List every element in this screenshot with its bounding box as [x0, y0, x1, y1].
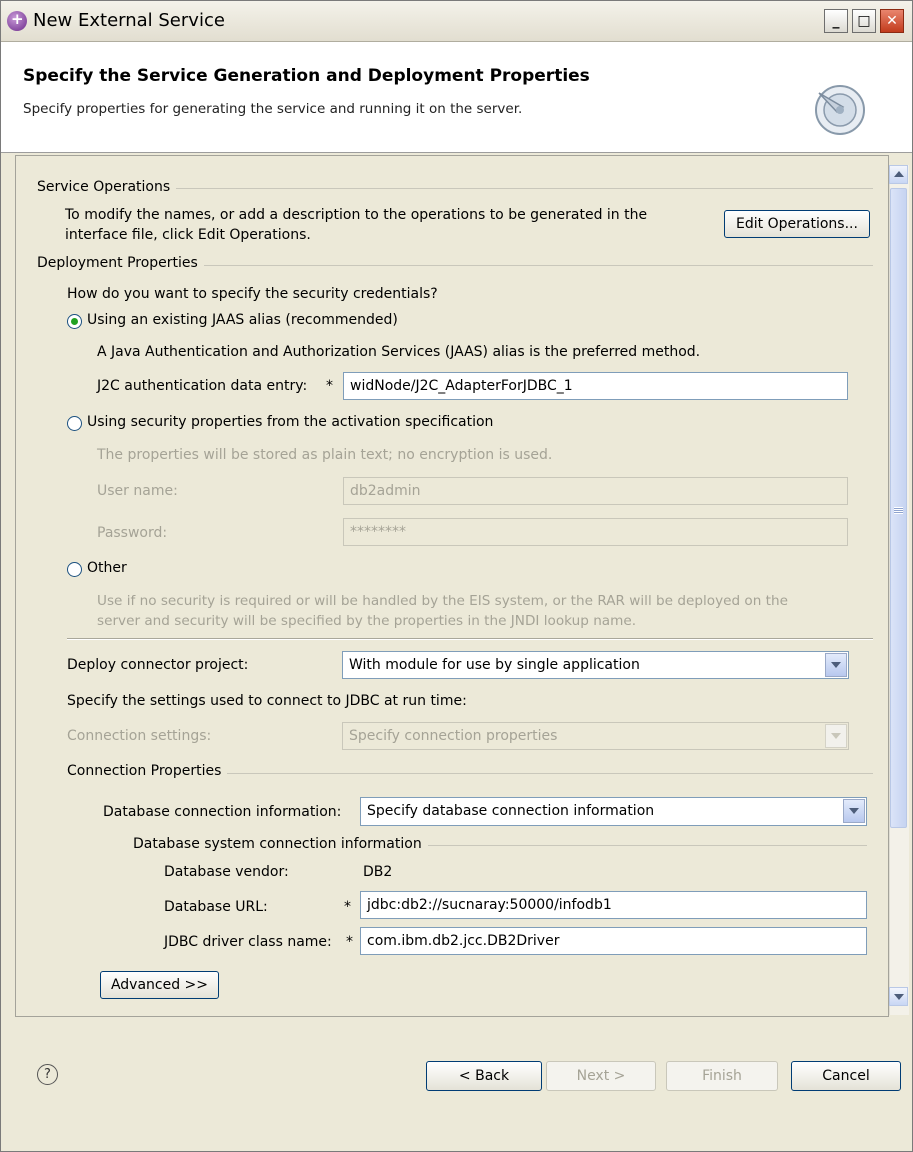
connection-settings-label: Connection settings:: [67, 728, 212, 744]
db-connection-info-select[interactable]: Specify database connection information: [360, 797, 867, 826]
db-connection-info-value: Specify database connection information: [367, 803, 655, 819]
required-marker: *: [346, 934, 353, 950]
help-icon[interactable]: ?: [37, 1064, 58, 1085]
content-panel: [15, 155, 889, 1017]
db-vendor-label: Database vendor:: [164, 864, 289, 880]
activation-spec-label[interactable]: Using security properties from the activ…: [87, 414, 493, 430]
wizard-window: New External Service _ □ ✕ Specify the S…: [0, 0, 913, 1152]
other-radio[interactable]: [67, 562, 82, 577]
activation-spec-note: The properties will be stored as plain t…: [97, 447, 553, 463]
connection-settings-value: Specify connection properties: [349, 728, 558, 744]
jaas-alias-note: A Java Authentication and Authorization …: [97, 344, 701, 360]
title-bar[interactable]: New External Service _ □ ✕: [1, 1, 912, 42]
db-url-label: Database URL:: [164, 899, 268, 915]
next-button[interactable]: Next >: [546, 1061, 656, 1091]
j2c-entry-input[interactable]: widNode/J2C_AdapterForJDBC_1: [343, 372, 848, 400]
db-vendor-value: DB2: [363, 864, 393, 880]
db-url-input[interactable]: jdbc:db2://sucnaray:50000/infodb1: [360, 891, 867, 919]
connection-properties-label: Connection Properties: [67, 763, 228, 779]
chevron-down-icon[interactable]: [843, 799, 865, 823]
j2c-entry-label: J2C authentication data entry:: [97, 378, 308, 394]
required-marker: *: [326, 378, 333, 394]
scroll-up-arrow-icon[interactable]: [889, 165, 908, 184]
cancel-button[interactable]: Cancel: [791, 1061, 901, 1091]
chevron-down-icon[interactable]: [825, 724, 847, 748]
minimize-button[interactable]: _: [824, 9, 848, 33]
runtime-settings-label: Specify the settings used to connect to …: [67, 693, 467, 709]
back-button[interactable]: < Back: [426, 1061, 542, 1091]
page-title: Specify the Service Generation and Deplo…: [23, 66, 590, 86]
deployment-properties-label: Deployment Properties: [37, 255, 204, 271]
password-input[interactable]: ********: [343, 518, 848, 546]
wizard-header: Specify the Service Generation and Deplo…: [1, 42, 912, 153]
service-operations-description-2: interface file, click Edit Operations.: [65, 227, 311, 243]
other-note: Use if no security is required or will b…: [97, 593, 788, 609]
other-note-2: server and security will be specified by…: [97, 613, 637, 629]
deploy-connector-label: Deploy connector project:: [67, 657, 249, 673]
activation-spec-radio[interactable]: [67, 416, 82, 431]
jdbc-driver-label: JDBC driver class name:: [164, 934, 332, 950]
maximize-button[interactable]: □: [852, 9, 876, 33]
edit-operations-button[interactable]: Edit Operations...: [724, 210, 870, 238]
user-name-input[interactable]: db2admin: [343, 477, 848, 505]
jaas-alias-radio[interactable]: [67, 314, 82, 329]
deploy-connector-select[interactable]: With module for use by single applicatio…: [342, 651, 849, 679]
deploy-connector-value: With module for use by single applicatio…: [349, 657, 640, 673]
jdbc-driver-input[interactable]: com.ibm.db2.jcc.DB2Driver: [360, 927, 867, 955]
service-operations-description: To modify the names, or add a descriptio…: [65, 207, 648, 223]
service-operations-label: Service Operations: [37, 179, 177, 195]
other-label[interactable]: Other: [87, 560, 127, 576]
user-name-label: User name:: [97, 483, 178, 499]
db-system-connection-label: Database system connection information: [133, 836, 428, 852]
chevron-down-icon[interactable]: [825, 653, 847, 677]
required-marker: *: [344, 899, 351, 915]
jaas-alias-label[interactable]: Using an existing JAAS alias (recommende…: [87, 312, 398, 328]
connection-settings-select[interactable]: Specify connection properties: [342, 722, 849, 750]
db-connection-info-label: Database connection information:: [103, 804, 342, 820]
finish-button[interactable]: Finish: [666, 1061, 778, 1091]
app-icon: [7, 10, 27, 31]
password-label: Password:: [97, 525, 168, 541]
wizard-banner-icon: [815, 85, 865, 135]
window-title: New External Service: [33, 10, 225, 31]
close-button[interactable]: ✕: [880, 9, 904, 33]
page-subtitle: Specify properties for generating the se…: [23, 101, 523, 117]
security-question: How do you want to specify the security …: [67, 286, 438, 302]
scrollbar-grip-icon: [894, 507, 903, 514]
separator: [67, 638, 873, 640]
advanced-button[interactable]: Advanced >>: [100, 971, 219, 999]
scroll-down-arrow-icon[interactable]: [889, 987, 908, 1006]
